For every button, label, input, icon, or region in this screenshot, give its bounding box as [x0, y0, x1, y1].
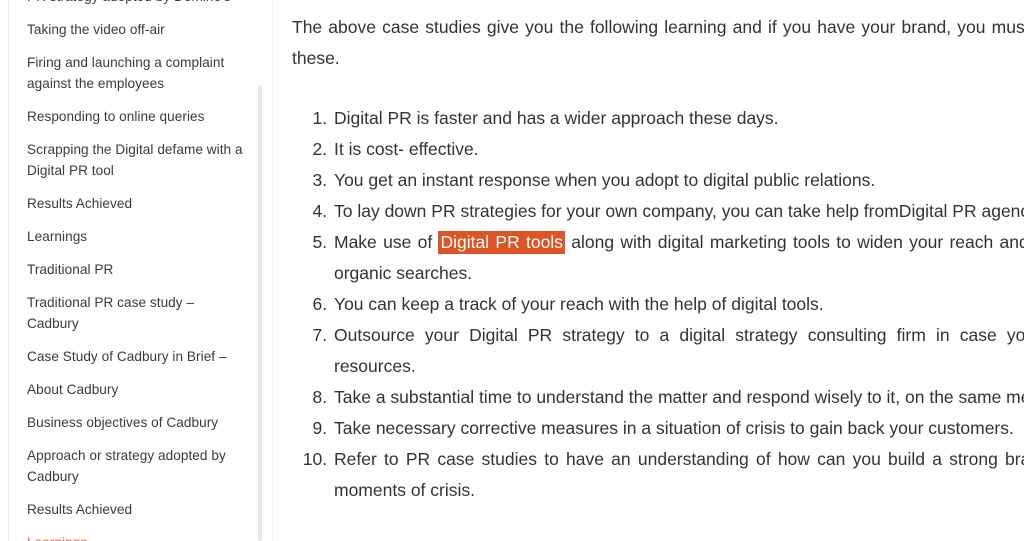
toc-item[interactable]: Learnings [27, 532, 245, 541]
toc-item[interactable]: Case Study of Cadbury in Brief – [27, 346, 245, 367]
learnings-ordered-list: Digital PR is faster and has a wider app… [292, 103, 1024, 506]
learning-text: Outsource your Digital PR strategy to a … [334, 325, 1024, 376]
article-body: The above case studies give you the foll… [273, 0, 1024, 506]
sidebar-scrollbar-thumb[interactable] [258, 85, 262, 541]
toc-item[interactable]: Business objectives of Cadbury [27, 412, 245, 433]
toc-item-label: Learnings [27, 535, 87, 541]
toc-item-label: Taking the video off-air [27, 22, 165, 37]
toc-item[interactable]: Firing and launching a complaint against… [27, 52, 245, 94]
page-root: PR strategy adopted by Domino's Taking th… [0, 0, 1024, 541]
toc-item[interactable]: Taking the video off-air [27, 19, 245, 40]
toc-item[interactable]: Traditional PR [27, 259, 245, 280]
learning-list-item: Refer to PR case studies to have an unde… [332, 444, 1024, 506]
toc-item-label: About Cadbury [27, 382, 119, 397]
learning-text: It is cost- effective. [334, 139, 479, 159]
toc-item-label: PR strategy adopted by Domino's [27, 0, 231, 4]
toc-item[interactable]: About Cadbury [27, 379, 245, 400]
learning-text: You get an instant response when you ado… [334, 170, 876, 190]
article-content: The above case studies give you the foll… [273, 0, 1024, 541]
toc-item[interactable]: PR strategy adopted by Domino's [27, 0, 245, 7]
toc-item[interactable]: Traditional PR case study – Cadbury [27, 292, 245, 334]
learning-list-item: It is cost- effective. [332, 134, 1024, 165]
toc-item[interactable]: Results Achieved [27, 499, 245, 520]
toc-item-label: Approach or strategy adopted by Cadbury [27, 448, 226, 484]
highlighted-link-digital-pr-tools[interactable]: Digital PR tools [438, 231, 565, 254]
toc-item-label: Business objectives of Cadbury [27, 415, 219, 430]
toc-item-label: Case Study of Cadbury in Brief – [27, 349, 227, 364]
learning-list-item: Take necessary corrective measures in a … [332, 413, 1024, 444]
learning-text: Refer to PR case studies to have an unde… [334, 449, 1024, 500]
toc-item-label: Firing and launching a complaint against… [27, 55, 225, 91]
toc-item[interactable]: Approach or strategy adopted by Cadbury [27, 445, 245, 487]
learning-list-item: You can keep a track of your reach with … [332, 289, 1024, 320]
toc-item-label: Results Achieved [27, 502, 133, 517]
learning-text: Digital PR is faster and has a wider app… [334, 108, 779, 128]
toc-item-label: Traditional PR [27, 262, 114, 277]
learning-list-item: Take a substantial time to understand th… [332, 382, 1024, 413]
toc-item-label: Scrapping the Digital defame with a Digi… [27, 142, 243, 178]
learning-text: Take necessary corrective measures in a … [334, 418, 1014, 438]
learning-list-item: Outsource your Digital PR strategy to a … [332, 320, 1024, 382]
lead-paragraph: The above case studies give you the foll… [292, 17, 1024, 68]
toc-item-label: Traditional PR case study – Cadbury [27, 295, 195, 331]
toc-item-label: Results Achieved [27, 196, 133, 211]
toc-item-label: Learnings [27, 229, 88, 244]
sidebar: PR strategy adopted by Domino's Taking th… [0, 0, 273, 541]
learning-text-before: Make use of [334, 232, 439, 252]
toc-item[interactable]: Learnings [27, 226, 245, 247]
table-of-contents-list: PR strategy adopted by Domino's Taking th… [0, 0, 250, 541]
learning-list-item: Digital PR is faster and has a wider app… [332, 103, 1024, 134]
toc-item[interactable]: Results Achieved [27, 193, 245, 214]
learning-text: Take a substantial time to understand th… [334, 387, 1024, 407]
learning-list-item: You get an instant response when you ado… [332, 165, 1024, 196]
toc-item[interactable]: Scrapping the Digital defame with a Digi… [27, 139, 245, 181]
toc-item-label: Responding to online queries [27, 109, 205, 124]
learning-list-item: To lay down PR strategies for your own c… [332, 196, 1024, 227]
learning-text: To lay down PR strategies for your own c… [334, 201, 1024, 221]
learning-list-item: Make use of Digital PR tools along with … [332, 227, 1024, 289]
learning-text: You can keep a track of your reach with … [334, 294, 824, 314]
toc-item[interactable]: Responding to online queries [27, 106, 245, 127]
